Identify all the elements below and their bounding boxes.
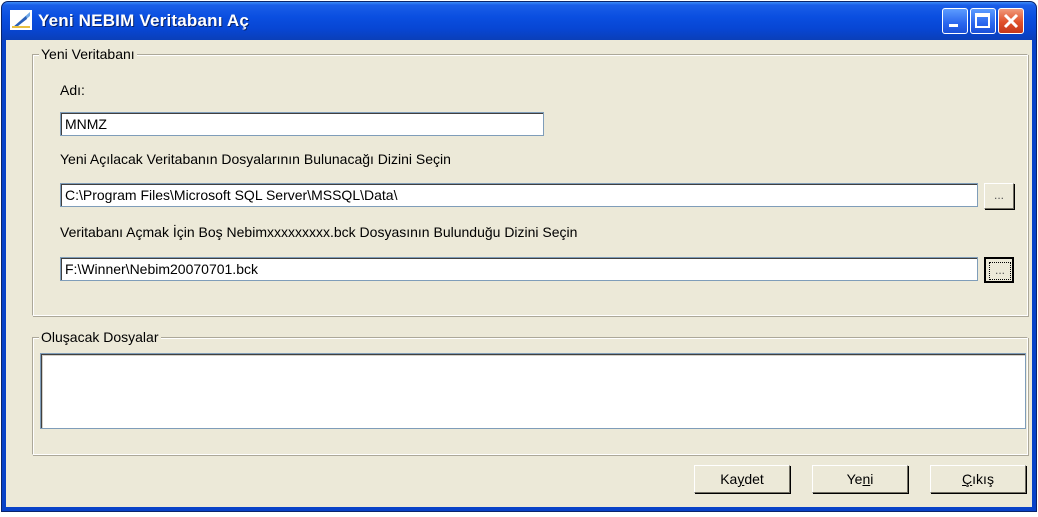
save-button-label-pre: Ka (720, 471, 738, 487)
new-button-label-post: i (870, 471, 874, 487)
output-files-group-legend: Oluşacak Dosyalar (39, 329, 161, 345)
minimize-button[interactable] (942, 8, 968, 34)
output-files-list[interactable] (40, 353, 1026, 429)
backup-file-browse-button[interactable]: ... (984, 257, 1014, 283)
close-icon (1003, 13, 1019, 29)
minimize-icon (949, 24, 958, 27)
app-icon (10, 10, 32, 30)
dialog-client-area: Yeni Veritabanı Adı: MNMZ Yeni Açılacak … (6, 40, 1032, 507)
database-name-input[interactable]: MNMZ (60, 112, 544, 136)
maximize-icon (975, 13, 990, 28)
data-directory-label: Yeni Açılacak Veritabanın Dosyalarının B… (60, 151, 451, 167)
exit-button-accelerator: Ç (962, 471, 973, 487)
new-database-group-legend: Yeni Veritabanı (39, 46, 137, 62)
data-directory-input[interactable]: C:\Program Files\Microsoft SQL Server\MS… (60, 183, 978, 207)
backup-file-browse-label: ... (989, 262, 1011, 280)
exit-button[interactable]: Çıkış (930, 465, 1026, 493)
new-button[interactable]: Yeni (812, 465, 908, 493)
data-directory-browse-button[interactable]: ... (984, 183, 1014, 209)
save-button[interactable]: Kaydet (694, 465, 790, 493)
window-title: Yeni NEBIM Veritabanı Aç (38, 11, 250, 30)
close-button[interactable] (998, 8, 1024, 34)
maximize-button[interactable] (970, 8, 996, 34)
backup-file-input[interactable]: F:\Winner\Nebim20070701.bck (60, 257, 978, 281)
new-button-label-pre: Ye (846, 471, 863, 487)
save-button-label-post: det (744, 471, 764, 487)
dialog-window: Yeni NEBIM Veritabanı Aç Yeni Veritabanı… (2, 2, 1036, 511)
name-label: Adı: (60, 82, 85, 98)
exit-button-label-post: ıkış (972, 471, 994, 487)
backup-file-label: Veritabanı Açmak İçin Boş Nebimxxxxxxxxx… (60, 224, 578, 240)
title-bar[interactable]: Yeni NEBIM Veritabanı Aç (2, 2, 1036, 40)
